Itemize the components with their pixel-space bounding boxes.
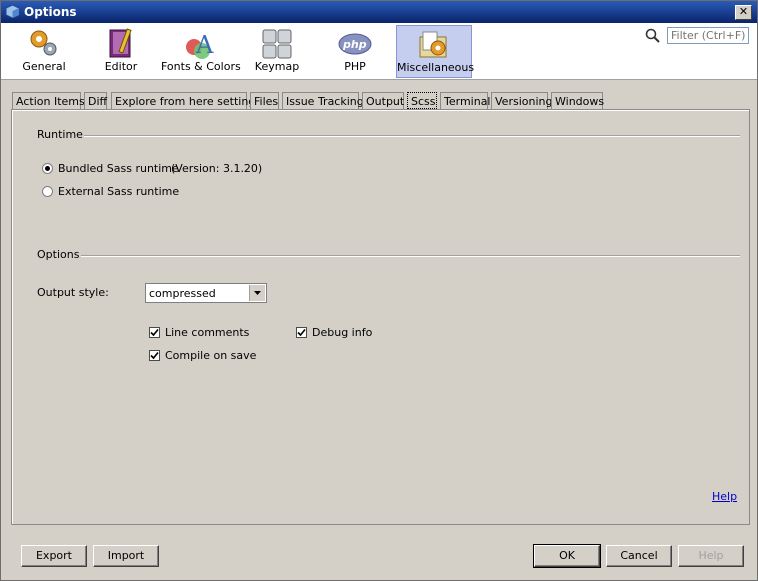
import-button[interactable]: Import — [93, 545, 159, 567]
fonts-colors-icon: A — [186, 31, 214, 59]
tab-scss[interactable]: Scss — [407, 92, 437, 109]
category-toolbar: General Editor A Fonts & Colors Keymap p… — [1, 23, 757, 80]
svg-text:php: php — [342, 38, 367, 51]
cancel-button[interactable]: Cancel — [606, 545, 672, 567]
php-icon: php — [338, 33, 372, 55]
close-button[interactable]: ✕ — [735, 5, 752, 20]
category-label: Editor — [104, 60, 138, 73]
help-button[interactable]: Help — [678, 545, 744, 567]
category-miscellaneous[interactable]: Miscellaneous — [396, 25, 475, 78]
options-separator — [81, 255, 740, 257]
filter-input[interactable] — [667, 27, 749, 44]
dropdown-arrow[interactable] — [249, 285, 265, 301]
bundled-runtime-radio[interactable] — [42, 163, 53, 174]
help-link[interactable]: Help — [712, 490, 737, 503]
category-keymap[interactable]: Keymap — [251, 25, 303, 76]
output-style-label: Output style: — [37, 286, 109, 299]
checkmark-icon — [297, 328, 306, 337]
category-php[interactable]: php PHP — [329, 25, 381, 76]
category-label: Keymap — [254, 60, 300, 73]
external-runtime-radio[interactable] — [42, 186, 53, 197]
tab-output[interactable]: Output — [362, 92, 404, 109]
line-comments-checkbox[interactable] — [149, 327, 160, 338]
tab-terminal[interactable]: Terminal — [440, 92, 491, 109]
tab-explore-from-here-settings[interactable]: Explore from here settings — [111, 92, 261, 109]
bundled-runtime-label: Bundled Sass runtime — [58, 162, 179, 175]
options-window: Options ✕ General Editor A Fonts & Color… — [0, 0, 758, 581]
runtime-version-text: (Version: 3.1.20) — [171, 162, 263, 175]
category-label: PHP — [344, 60, 366, 73]
compile-on-save-checkbox[interactable] — [149, 350, 160, 361]
export-button[interactable]: Export — [21, 545, 87, 567]
options-section-label: Options — [37, 248, 80, 261]
svg-text:A: A — [195, 31, 214, 59]
output-style-select[interactable]: compressed — [145, 283, 267, 303]
output-style-value: compressed — [149, 287, 216, 300]
runtime-section-label: Runtime — [37, 128, 83, 141]
line-comments-label: Line comments — [165, 326, 250, 339]
category-label: Fonts & Colors — [161, 60, 241, 73]
category-general[interactable]: General — [15, 25, 73, 76]
category-fonts-colors[interactable]: A Fonts & Colors — [161, 25, 241, 76]
tab-action-items[interactable]: Action Items — [12, 92, 85, 109]
debug-info-label: Debug info — [312, 326, 373, 339]
tab-diff[interactable]: Diff — [84, 92, 107, 109]
external-runtime-label: External Sass runtime — [58, 185, 180, 198]
runtime-separator — [84, 135, 740, 137]
title-bar: Options ✕ — [1, 1, 757, 23]
ok-button[interactable]: OK — [533, 544, 601, 568]
window-title: Options — [24, 5, 77, 19]
close-icon: ✕ — [738, 5, 749, 18]
category-label: Miscellaneous — [397, 61, 475, 74]
book-pencil-icon — [109, 28, 132, 58]
tab-versioning[interactable]: Versioning — [491, 92, 552, 109]
keyboard-icon — [262, 29, 292, 59]
compile-on-save-label: Compile on save — [165, 349, 257, 362]
debug-info-checkbox[interactable] — [296, 327, 307, 338]
tab-issue-tracking[interactable]: Issue Tracking — [282, 92, 364, 109]
app-cube-icon — [6, 5, 19, 18]
category-label: General — [22, 60, 66, 73]
checkmark-icon — [150, 328, 159, 337]
tab-windows[interactable]: Windows — [551, 92, 604, 109]
checkmark-icon — [150, 351, 159, 360]
category-editor[interactable]: Editor — [93, 25, 149, 76]
gears-icon — [30, 30, 57, 56]
chevron-down-icon — [254, 291, 261, 295]
folder-gear-icon — [419, 31, 447, 58]
tab-files[interactable]: Files — [250, 92, 279, 109]
search-icon — [645, 28, 660, 43]
